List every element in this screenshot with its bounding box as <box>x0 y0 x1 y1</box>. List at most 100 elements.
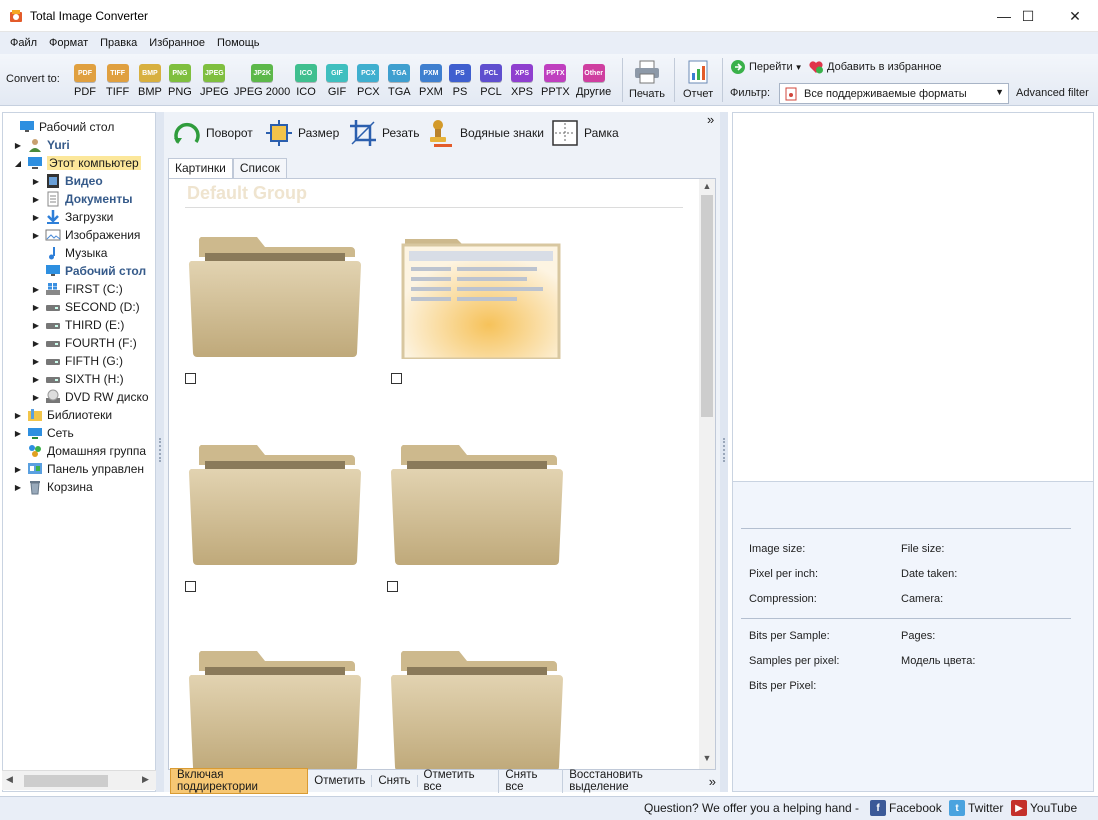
format-button-png[interactable]: PNG PNG <box>168 60 192 104</box>
twitter-link[interactable]: t Twitter <box>949 800 1003 816</box>
format-button-tga[interactable]: TGA TGA <box>388 60 411 104</box>
format-button-gif[interactable]: GIF GIF <box>326 60 348 104</box>
tree-item[interactable]: Рабочий стол <box>31 262 146 280</box>
expand-arrow-icon[interactable]: ▶ <box>13 483 23 492</box>
gallery-vertical-scrollbar[interactable]: ▲ ▼ <box>699 179 715 769</box>
tree-item[interactable]: ▶ SECOND (D:) <box>31 298 140 316</box>
tree-item[interactable]: Музыка <box>31 244 107 262</box>
tree-item[interactable]: Рабочий стол <box>5 118 114 136</box>
left-splitter[interactable] <box>156 112 164 792</box>
format-button-pcl[interactable]: PCL PCL <box>480 60 502 104</box>
expand-arrow-icon[interactable]: ▶ <box>13 429 23 438</box>
close-button[interactable]: ✕ <box>1052 0 1098 32</box>
thumbnail-checkbox[interactable] <box>185 373 196 384</box>
tree-item[interactable]: ▶ FIRST (C:) <box>31 280 123 298</box>
goto-menu[interactable]: Перейти ▼ <box>730 59 803 75</box>
rotate-button[interactable]: Поворот <box>172 118 253 148</box>
folder-thumbnail[interactable] <box>187 637 363 769</box>
check-all-button[interactable]: Отметить все <box>418 769 500 793</box>
folder-thumbnail[interactable] <box>187 431 363 567</box>
expand-arrow-icon[interactable]: ▶ <box>31 195 41 204</box>
filter-select[interactable]: Все поддерживаемые форматы ▼ <box>779 83 1009 104</box>
expand-arrow-icon[interactable]: ▶ <box>31 303 41 312</box>
expand-arrow-icon[interactable]: ◢ <box>13 159 23 168</box>
scrollbar-thumb[interactable] <box>701 195 713 417</box>
scroll-up-icon[interactable]: ▲ <box>699 181 715 195</box>
expand-arrow-icon[interactable]: ▶ <box>13 411 23 420</box>
expand-arrow-icon[interactable]: ▶ <box>31 375 41 384</box>
tree-item[interactable]: ▶ Документы <box>31 190 132 208</box>
frame-button[interactable]: Рамка <box>550 118 619 148</box>
folder-thumbnail[interactable] <box>389 431 565 567</box>
menu-help[interactable]: Помощь <box>211 37 266 49</box>
tree-item[interactable]: ▶ Библиотеки <box>13 406 112 424</box>
bottom-more-button[interactable]: » <box>709 774 716 789</box>
uncheck-all-button[interactable]: Снять все <box>499 769 564 793</box>
expand-arrow-icon[interactable]: ▶ <box>31 357 41 366</box>
scroll-right-icon[interactable]: ▶ <box>142 774 149 785</box>
tree-item[interactable]: ▶ Корзина <box>13 478 93 496</box>
restore-selection-button[interactable]: Восстановить выделение <box>563 769 705 793</box>
tree-item[interactable]: ▶ Видео <box>31 172 103 190</box>
tree-item[interactable]: ▶ DVD RW диско <box>31 388 149 406</box>
tree-item[interactable]: ▶ SIXTH (H:) <box>31 370 124 388</box>
tree-item[interactable]: ▶ FOURTH (F:) <box>31 334 137 352</box>
tree-item[interactable]: ▶ THIRD (E:) <box>31 316 124 334</box>
menu-format[interactable]: Формат <box>43 37 94 49</box>
format-button-xps[interactable]: XPS XPS <box>511 60 533 104</box>
add-favorite-button[interactable]: Добавить в избранное <box>808 59 942 75</box>
format-button-jpeg[interactable]: JPEG JPEG <box>200 60 229 104</box>
thumbnail-checkbox[interactable] <box>185 581 196 592</box>
print-button[interactable]: Печать <box>629 60 665 100</box>
right-splitter[interactable] <box>720 112 728 792</box>
tree-item[interactable]: ▶ Панель управлен <box>13 460 144 478</box>
uncheck-button[interactable]: Снять <box>372 775 418 787</box>
watermark-button[interactable]: Водяные знаки <box>426 118 544 148</box>
expand-arrow-icon[interactable]: ▶ <box>31 285 41 294</box>
expand-arrow-icon[interactable]: ▶ <box>31 393 41 402</box>
format-button-ps[interactable]: PS PS <box>449 60 471 104</box>
tree-item[interactable]: ▶ FIFTH (G:) <box>31 352 123 370</box>
report-button[interactable]: Отчет <box>683 60 713 100</box>
format-button-ico[interactable]: ICO ICO <box>295 60 317 104</box>
include-subdirs-toggle[interactable]: Включая поддиректории <box>170 768 309 794</box>
folder-thumbnail[interactable] <box>389 637 565 769</box>
format-button-pxm[interactable]: PXM PXM <box>419 60 443 104</box>
thumbnail-checkbox[interactable] <box>391 373 402 384</box>
expand-arrow-icon[interactable]: ▶ <box>31 339 41 348</box>
advanced-filter-link[interactable]: Advanced filter <box>1016 87 1089 99</box>
format-button-pdf[interactable]: PDF PDF <box>74 60 96 104</box>
menu-favorites[interactable]: Избранное <box>143 37 211 49</box>
tree-item[interactable]: ◢ Этот компьютер <box>13 154 141 172</box>
youtube-link[interactable]: ▶ YouTube <box>1011 800 1077 816</box>
format-button-pcx[interactable]: PCX PCX <box>357 60 380 104</box>
menu-file[interactable]: Файл <box>4 37 43 49</box>
format-button-jp2k[interactable]: JP2K JPEG 2000 <box>234 60 290 104</box>
format-button-bmp[interactable]: BMP BMP <box>138 60 162 104</box>
tree-horizontal-scrollbar[interactable]: ◀ ▶ <box>2 770 156 790</box>
folder-thumbnail[interactable] <box>187 223 363 359</box>
facebook-link[interactable]: f Facebook <box>870 800 942 816</box>
scrollbar-thumb[interactable] <box>24 775 108 787</box>
menu-edit[interactable]: Правка <box>94 37 143 49</box>
tab-pictures[interactable]: Картинки <box>168 158 233 178</box>
expand-arrow-icon[interactable]: ▶ <box>31 177 41 186</box>
expand-arrow-icon[interactable]: ▶ <box>13 465 23 474</box>
tree-item[interactable]: ▶ Загрузки <box>31 208 113 226</box>
maximize-button[interactable]: ☐ <box>1005 0 1051 32</box>
expand-arrow-icon[interactable]: ▶ <box>13 141 23 150</box>
scroll-left-icon[interactable]: ◀ <box>6 774 13 785</box>
resize-button[interactable]: Размер <box>264 118 339 148</box>
expand-arrow-icon[interactable]: ▶ <box>31 213 41 222</box>
actions-more-button[interactable]: » <box>707 112 714 127</box>
tree-item[interactable]: ▶ Изображения <box>31 226 141 244</box>
check-button[interactable]: Отметить <box>308 775 373 787</box>
tree-item[interactable]: Домашняя группа <box>13 442 146 460</box>
image-thumbnail[interactable] <box>393 223 569 361</box>
scroll-down-icon[interactable]: ▼ <box>699 753 715 767</box>
expand-arrow-icon[interactable]: ▶ <box>31 321 41 330</box>
format-button-other[interactable]: Other Другие <box>576 60 611 104</box>
format-button-tiff[interactable]: TIFF TIFF <box>106 60 129 104</box>
crop-button[interactable]: Резать <box>348 118 420 148</box>
tab-list[interactable]: Список <box>232 158 287 178</box>
